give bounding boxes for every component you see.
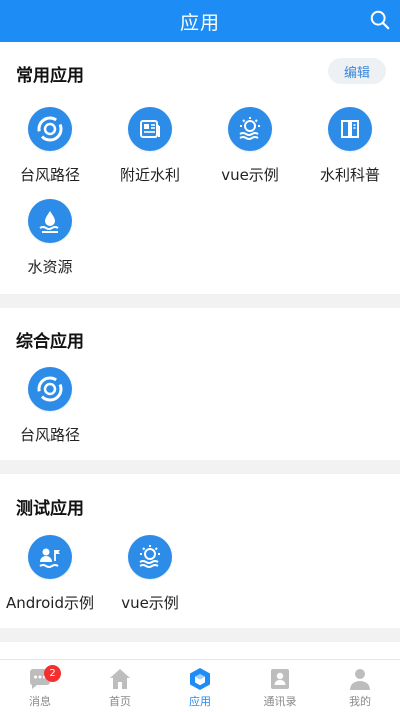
water-drop-icon <box>28 199 72 243</box>
section-title-common: 常用应用 <box>16 66 84 86</box>
typhoon-icon <box>28 107 72 151</box>
tab-contacts[interactable]: 通讯录 <box>240 660 320 712</box>
tab-messages[interactable]: 2 消息 <box>0 660 80 712</box>
tab-home[interactable]: 首页 <box>80 660 160 712</box>
person-flag-icon <box>28 535 72 579</box>
unread-badge: 2 <box>44 665 61 682</box>
tab-label: 首页 <box>109 695 131 708</box>
book-icon <box>328 107 372 151</box>
water-wave-gear-icon <box>228 107 272 151</box>
page-title: 应用 <box>179 11 220 34</box>
search-icon[interactable] <box>369 9 391 31</box>
home-icon <box>110 669 130 689</box>
tab-apps[interactable]: 应用 <box>160 660 240 712</box>
app-android-example[interactable]: Android示例 <box>0 535 100 613</box>
app-vue-example[interactable]: vue示例 <box>100 535 200 613</box>
section-title-integrated: 综合应用 <box>16 332 84 352</box>
tab-label: 我的 <box>349 695 371 708</box>
app-label: 台风路径 <box>19 166 80 184</box>
app-nearby-water[interactable]: 附近水利 <box>100 107 200 185</box>
section-title-test: 测试应用 <box>16 499 84 519</box>
tab-label: 应用 <box>189 695 211 708</box>
typhoon-icon <box>28 367 72 411</box>
tab-profile[interactable]: 我的 <box>320 660 400 712</box>
app-water-resources[interactable]: 水资源 <box>0 199 100 277</box>
app-typhoon-path[interactable]: 台风路径 <box>0 367 100 445</box>
app-label: 附近水利 <box>119 166 180 184</box>
app-label: vue示例 <box>121 594 179 612</box>
water-wave-gear-icon <box>128 535 172 579</box>
tab-label: 通讯录 <box>263 695 297 708</box>
bottom-tab-bar: 2 消息 首页 应用 通讯录 我的 <box>0 659 400 712</box>
tab-label: 消息 <box>29 695 51 708</box>
cube-icon <box>190 668 210 690</box>
app-typhoon-path[interactable]: 台风路径 <box>0 107 100 185</box>
app-water-science[interactable]: 水利科普 <box>300 107 400 185</box>
user-icon <box>350 669 370 690</box>
app-label: vue示例 <box>221 166 279 184</box>
app-label: 水利科普 <box>319 166 380 184</box>
app-label: Android示例 <box>6 594 94 612</box>
app-label: 水资源 <box>27 258 73 276</box>
app-header: 应用 <box>0 0 400 42</box>
contacts-icon <box>271 669 289 689</box>
news-icon <box>128 107 172 151</box>
bottom-spacer <box>0 642 400 659</box>
app-vue-example[interactable]: vue示例 <box>200 107 300 185</box>
app-label: 台风路径 <box>19 426 80 444</box>
edit-button[interactable]: 编辑 <box>328 58 386 84</box>
